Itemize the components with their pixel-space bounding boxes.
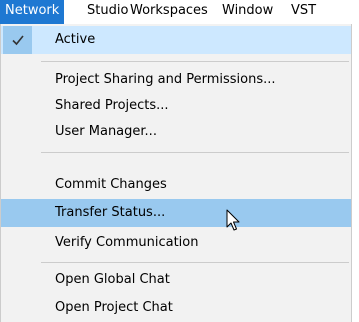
menu-item-user-manager[interactable]: User Manager... (1, 118, 351, 146)
menu-item-label: Active (55, 32, 96, 47)
menu-item-label: Shared Projects... (55, 98, 169, 113)
menu-item-label: Project Sharing and Permissions... (55, 72, 276, 87)
network-dropdown-menu: Active Project Sharing and Permissions..… (0, 24, 352, 322)
menu-bar: Network Studio Workspaces Window VST (0, 0, 359, 24)
menu-item-shared-projects[interactable]: Shared Projects... (1, 92, 351, 120)
menu-item-transfer-status[interactable]: Transfer Status... (1, 199, 351, 227)
menu-item-commit-changes[interactable]: Commit Changes (1, 171, 351, 199)
menubar-vst[interactable]: VST (286, 0, 321, 24)
separator (41, 262, 349, 263)
mouse-pointer-icon (226, 209, 240, 231)
menu-item-label: Open Global Chat (55, 272, 170, 287)
menu-item-active[interactable]: Active (1, 26, 351, 54)
menu-item-label: Commit Changes (55, 177, 167, 192)
menubar-network[interactable]: Network (0, 0, 65, 24)
menu-item-label: Verify Communication (55, 235, 199, 250)
menu-item-verify-communication[interactable]: Verify Communication (1, 229, 351, 257)
checkmark-icon (12, 35, 24, 46)
menu-item-label: Open Project Chat (55, 300, 173, 315)
menu-item-label: User Manager... (55, 124, 157, 139)
separator (41, 61, 349, 62)
menu-item-open-project-chat[interactable]: Open Project Chat (1, 294, 351, 322)
check-box (3, 26, 32, 54)
menu-item-label: Transfer Status... (55, 205, 166, 220)
menubar-workspaces[interactable]: Workspaces (125, 0, 213, 24)
menu-item-open-global-chat[interactable]: Open Global Chat (1, 266, 351, 294)
menu-item-project-sharing[interactable]: Project Sharing and Permissions... (1, 66, 351, 94)
menubar-window[interactable]: Window (217, 0, 278, 24)
separator (41, 152, 349, 153)
